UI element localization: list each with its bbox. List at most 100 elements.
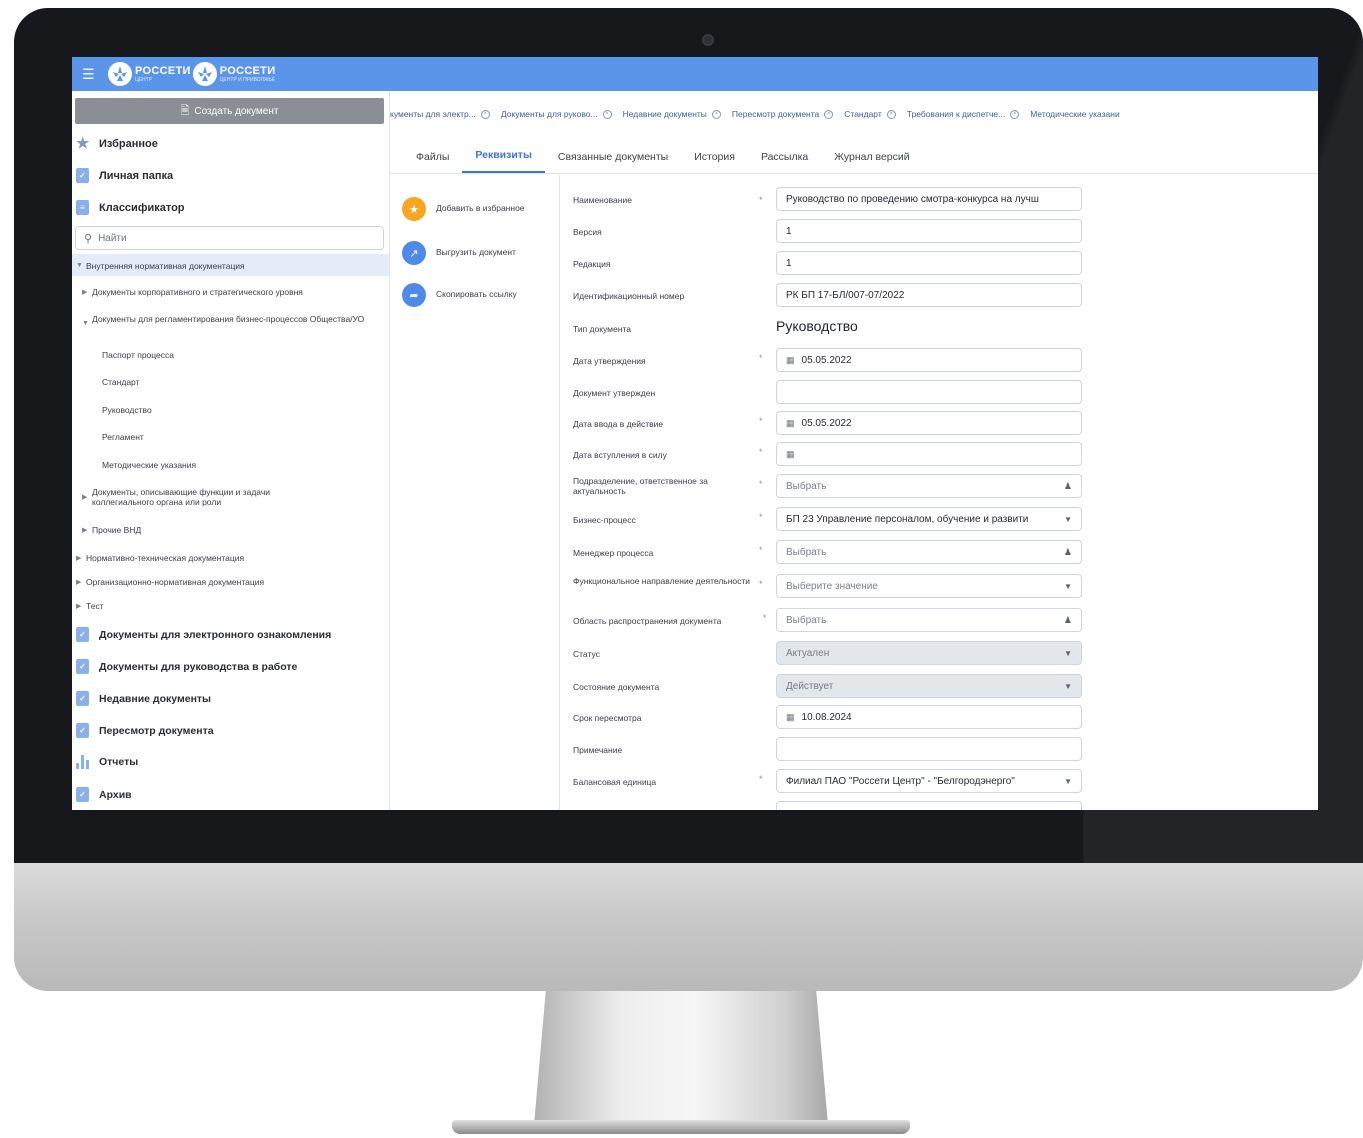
note-field[interactable]: [776, 737, 1082, 761]
field-row-commission-date: Дата ввода в действие * ▦ 05.05.2022: [561, 411, 1318, 441]
required-mark: *: [759, 774, 763, 784]
open-tab[interactable]: Требования к диспетче... ×: [906, 109, 1020, 119]
tab-attributes[interactable]: Реквизиты: [462, 149, 545, 173]
version-field[interactable]: 1: [776, 219, 1082, 243]
logo-text-2: РОССЕТИ ЦЕНТР И ПРИВОЛЖЬЕ: [219, 64, 276, 83]
state-select[interactable]: Действует ▼: [776, 674, 1082, 698]
id-number-field[interactable]: РК БП 17-БЛ/007-07/2022: [776, 283, 1082, 307]
commission-date-field[interactable]: ▦ 05.05.2022: [776, 411, 1082, 435]
open-tab[interactable]: Документы для руково... ×: [501, 109, 612, 119]
sidebar-item-work-guide-docs[interactable]: ✓ Документы для руководства в работе: [76, 659, 297, 674]
required-mark: *: [759, 479, 763, 489]
sidebar-item-archive[interactable]: ✓ Архив: [76, 787, 132, 802]
field-row-approved-by: Документ утвержден: [561, 380, 1318, 410]
tree-item-guide[interactable]: Руководство: [72, 405, 389, 415]
tree-item-label: Паспорт процесса: [102, 350, 174, 360]
monitor-stand-base: [452, 1120, 910, 1134]
review-term-field[interactable]: ▦ 10.08.2024: [776, 705, 1082, 729]
sidebar-item-doc-review[interactable]: ✓ Пересмотр документа: [76, 723, 214, 738]
user-picker-icon[interactable]: ♟: [1064, 547, 1072, 558]
create-document-button[interactable]: 🗎 Создать документ: [75, 98, 384, 124]
field-label: Дата вступления в силу: [573, 450, 667, 460]
func-direction-select[interactable]: Выберите значение ▼: [776, 574, 1082, 598]
field-label: Подразделение, ответственное за актуальн…: [573, 476, 708, 497]
tree-item-test[interactable]: ▶ Тест: [72, 601, 389, 611]
field-row-cut-off: [561, 801, 1318, 810]
field-row-note: Примечание: [561, 737, 1318, 767]
search-input[interactable]: ⚲ Найти: [75, 226, 384, 250]
close-icon[interactable]: ×: [1010, 109, 1020, 119]
export-document-button[interactable]: ↗ Выгрузить документ: [402, 241, 546, 265]
field-row-type: Тип документа Руководство: [561, 316, 1318, 346]
edition-field[interactable]: 1: [776, 251, 1082, 275]
tree-item-methodical[interactable]: Методические указания: [72, 460, 389, 470]
field-row-name: Наименование * Руководство по проведению…: [561, 187, 1318, 217]
tree-item-process-passport[interactable]: Паспорт процесса: [72, 350, 389, 360]
sidebar-item-label: Избранное: [99, 137, 158, 150]
status-select[interactable]: Актуален ▼: [776, 641, 1082, 665]
close-icon[interactable]: ×: [886, 109, 896, 119]
star-icon: ★: [76, 135, 90, 152]
tab-mailing[interactable]: Рассылка: [748, 151, 821, 173]
close-icon[interactable]: ×: [824, 109, 834, 119]
sidebar-item-favorites[interactable]: ★ Избранное: [76, 136, 158, 151]
tree-item-other-vnd[interactable]: ▶ Прочие ВНД: [72, 525, 389, 535]
field-label: Статус: [573, 649, 600, 659]
balance-unit-select[interactable]: Филиал ПАО "Россети Центр" - "Белгородэн…: [776, 769, 1082, 793]
tree-item-internal-docs[interactable]: ▼ Внутренняя нормативная документация: [72, 254, 389, 276]
user-picker-icon[interactable]: ♟: [1064, 615, 1072, 626]
menu-icon[interactable]: ☰: [82, 66, 98, 82]
tab-version-log[interactable]: Журнал версий: [821, 151, 922, 173]
open-tab[interactable]: Методические указани: [1030, 109, 1119, 119]
required-mark: *: [759, 416, 763, 426]
tree-item-regulating-docs[interactable]: ▼ Документы для регламентирования бизнес…: [72, 314, 389, 327]
user-picker-icon[interactable]: ♟: [1064, 481, 1072, 492]
field-row-version: Версия 1: [561, 219, 1318, 249]
open-tab-label: Требования к диспетче...: [906, 109, 1006, 119]
sidebar-item-electronic-review[interactable]: ✓ Документы для электронного ознакомлени…: [76, 627, 331, 642]
close-icon[interactable]: ×: [602, 109, 612, 119]
tab-related-docs[interactable]: Связанные документы: [545, 151, 681, 173]
next-field[interactable]: [776, 801, 1082, 810]
chevron-right-icon: ▶: [76, 579, 82, 586]
sidebar-item-reports[interactable]: Отчеты: [76, 755, 138, 769]
sidebar-item-classifier[interactable]: ≡ Классификатор: [76, 200, 185, 215]
sidebar-item-label: Документы для электронного ознакомления: [99, 628, 332, 641]
open-tab-label: Пересмотр документа: [731, 109, 820, 119]
tab-files[interactable]: Файлы: [390, 151, 462, 173]
manager-picker[interactable]: Выбрать ♟: [776, 540, 1082, 564]
chevron-right-icon: ▶: [82, 289, 88, 296]
close-icon[interactable]: ×: [480, 109, 490, 119]
document-icon: ✓: [76, 627, 89, 642]
approved-by-field[interactable]: [776, 380, 1082, 404]
tree-item-regulation[interactable]: Регламент: [72, 432, 389, 442]
open-tab[interactable]: Стандарт ×: [844, 109, 896, 119]
business-process-select[interactable]: БП 23 Управление персоналом, обучение и …: [776, 507, 1082, 531]
tree-item-functions-docs[interactable]: ▶ Документы, описывающие функции и задач…: [72, 487, 389, 508]
add-favorite-button[interactable]: ★ Добавить в избранное: [402, 197, 546, 221]
sidebar-item-personal-folder[interactable]: ✓ Личная папка: [76, 168, 173, 183]
open-tab[interactable]: Пересмотр документа ×: [731, 109, 834, 119]
open-tab[interactable]: Недавние документы ×: [623, 109, 721, 119]
chevron-down-icon: ▼: [1061, 514, 1072, 524]
tree-item-label: Документы корпоративного и стратегическо…: [92, 287, 303, 297]
name-field[interactable]: Руководство по проведению смотра-конкурс…: [776, 187, 1082, 211]
effective-date-field[interactable]: ▦: [776, 442, 1082, 466]
tree-item-corporate-level[interactable]: ▶ Документы корпоративного и стратегичес…: [72, 287, 389, 297]
field-label: Менеджер процесса: [573, 548, 654, 558]
sidebar-item-recent-docs[interactable]: ✓ Недавние документы: [76, 691, 211, 706]
logo[interactable]: РОССЕТИ ЦЕНТР РОССЕТИ ЦЕНТР И ПРИВОЛЖЬЕ: [108, 62, 277, 86]
approval-date-field[interactable]: ▦ 05.05.2022: [776, 348, 1082, 372]
open-tab[interactable]: кументы для электр... ×: [390, 109, 490, 119]
close-icon[interactable]: ×: [711, 109, 721, 119]
tree-item-organizational-normative[interactable]: ▶ Организационно-нормативная документаци…: [72, 577, 389, 587]
copy-link-button[interactable]: ➦ Скопировать ссылку: [402, 283, 546, 307]
required-mark: *: [759, 545, 763, 555]
tree-item-normative-technical[interactable]: ▶ Нормативно-техническая документация: [72, 553, 389, 563]
field-row-review-term: Срок пересмотра ▦ 10.08.2024: [561, 705, 1318, 735]
scope-picker[interactable]: Выбрать ♟: [776, 608, 1082, 632]
tab-history[interactable]: История: [681, 151, 748, 173]
department-picker[interactable]: Выбрать ♟: [776, 474, 1082, 498]
tree-item-standard[interactable]: Стандарт: [72, 377, 389, 387]
field-value: Руководство по проведению смотра-конкурс…: [786, 193, 1039, 205]
